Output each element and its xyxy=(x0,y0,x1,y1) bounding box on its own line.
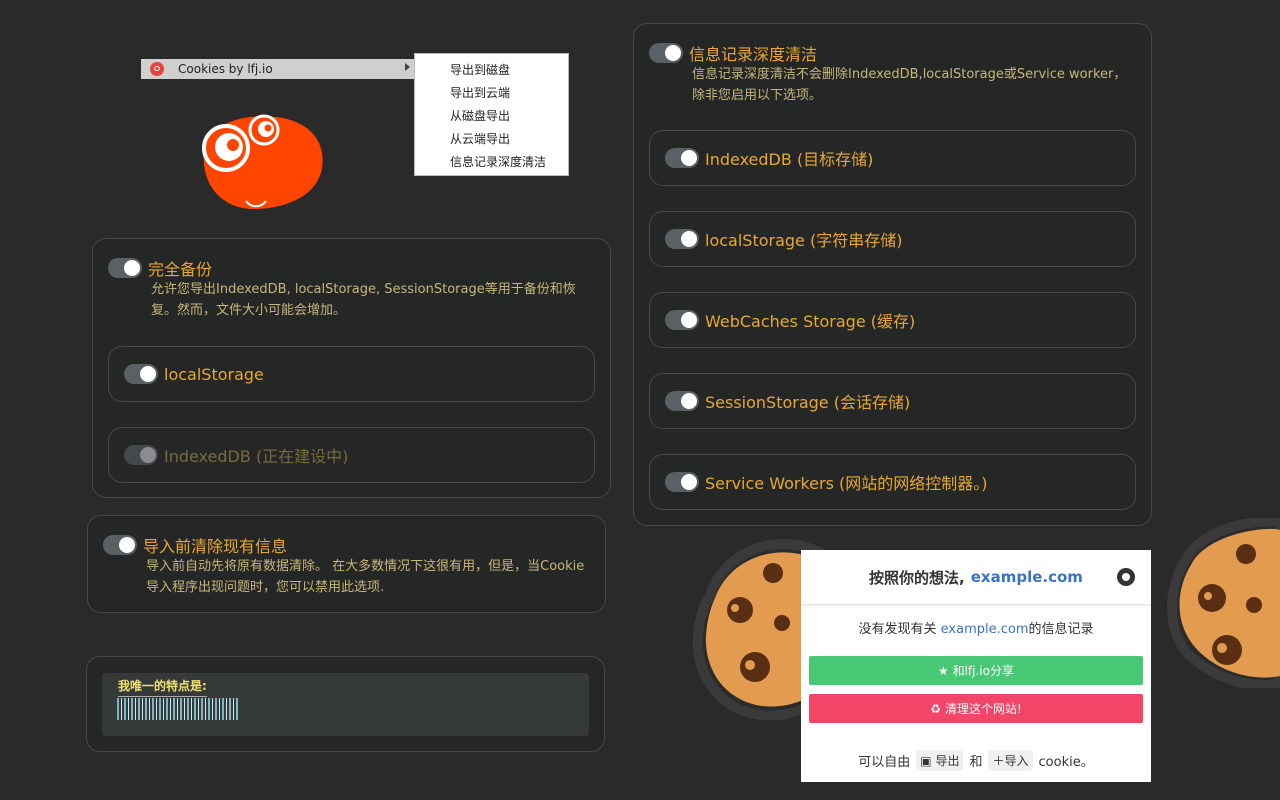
msg-suffix: 的信息记录 xyxy=(1028,622,1094,637)
popup-title: 按照你的想法, xyxy=(869,568,965,587)
clear-before-import-desc: 导入前自动先将原有数据清除。 在大多数情况下这很有用，但是，当Cookie导入程… xyxy=(146,559,585,595)
deep-clean-option-localstorage: localStorage (字符串存储) xyxy=(649,211,1136,267)
full-backup-title: 完全备份 xyxy=(148,260,213,279)
context-menu-parent-label: Cookies by lfj.io xyxy=(178,62,273,76)
share-button[interactable]: ★ 和lfj.io分享 xyxy=(809,656,1143,685)
cookie-decoration-icon xyxy=(1167,518,1280,688)
export-button[interactable]: ▣ 导出 xyxy=(916,750,964,771)
msg-prefix: 没有发现有关 xyxy=(858,622,937,637)
extension-popup: 按照你的想法, example.com 没有发现有关 example.com的信… xyxy=(801,550,1151,782)
menu-item-deep-clean[interactable]: 信息记录深度清洁 xyxy=(415,151,568,174)
blob-mascot-icon xyxy=(202,114,323,210)
context-menu-parent-item[interactable]: Cookies by lfj.io xyxy=(141,59,414,79)
option-label: WebCaches Storage (缓存) xyxy=(705,312,916,331)
gear-icon[interactable] xyxy=(1117,568,1135,586)
foot-and: 和 xyxy=(969,755,983,770)
deep-clean-option-indexeddb: IndexedDB (目标存储) xyxy=(649,130,1136,186)
clear-before-import-title: 导入前清除现有信息 xyxy=(143,537,288,556)
deep-clean-title: 信息记录深度清洁 xyxy=(689,45,818,64)
deep-clean-card: 信息记录深度清洁 信息记录深度清洁不会删除IndexedDB,localStor… xyxy=(633,23,1152,526)
option-label: SessionStorage (会话存储) xyxy=(705,393,911,412)
popup-domain: example.com xyxy=(970,568,1083,586)
option-label: localStorage xyxy=(164,364,264,384)
share-button-label: ★ 和lfj.io分享 xyxy=(938,664,1014,678)
indexeddb-backup-toggle[interactable] xyxy=(124,445,158,465)
foot-prefix: 可以自由 xyxy=(858,755,911,770)
clean-button-label: 清理这个网站! xyxy=(944,702,1022,716)
lfj-logo-icon xyxy=(150,62,164,76)
indexeddb-clean-toggle[interactable] xyxy=(665,148,699,168)
serviceworkers-clean-toggle[interactable] xyxy=(665,472,699,492)
menu-item-import-disk[interactable]: 从磁盘导出 xyxy=(415,105,568,128)
deep-clean-option-webcaches: WebCaches Storage (缓存) xyxy=(649,292,1136,348)
context-submenu: 导出到磁盘 导出到云端 从磁盘导出 从云端导出 信息记录深度清洁 xyxy=(414,53,569,176)
backup-option-localstorage: localStorage xyxy=(108,346,595,402)
menu-item-export-disk[interactable]: 导出到磁盘 xyxy=(415,59,568,82)
sessionstorage-clean-toggle[interactable] xyxy=(665,391,699,411)
feature-label: 我唯一的特点是: xyxy=(118,677,207,697)
deep-clean-toggle[interactable] xyxy=(649,43,683,63)
deep-clean-option-sessionstorage: SessionStorage (会话存储) xyxy=(649,373,1136,429)
option-label: localStorage (字符串存储) xyxy=(705,231,903,250)
webcaches-clean-toggle[interactable] xyxy=(665,310,699,330)
localstorage-clean-toggle[interactable] xyxy=(665,229,699,249)
popup-header: 按照你的想法, example.com xyxy=(801,550,1151,605)
option-label: Service Workers (网站的网络控制器。) xyxy=(705,474,988,493)
clear-before-import-card: 导入前清除现有信息 导入前自动先将原有数据清除。 在大多数情况下这很有用，但是，… xyxy=(87,515,606,613)
clean-site-button[interactable]: ♻ 清理这个网站! xyxy=(809,694,1143,723)
full-backup-card: 完全备份 允许您导出IndexedDB, localStorage, Sessi… xyxy=(92,238,611,498)
save-icon: ▣ xyxy=(920,754,936,768)
full-backup-toggle[interactable] xyxy=(108,258,142,278)
deep-clean-desc: 信息记录深度清洁不会删除IndexedDB,localStorage或Servi… xyxy=(692,67,1127,103)
menu-item-export-cloud[interactable]: 导出到云端 xyxy=(415,82,568,105)
submenu-arrow-icon xyxy=(405,63,410,71)
import-button[interactable]: ＋导入 xyxy=(988,750,1033,771)
plus-icon: ＋ xyxy=(992,754,1005,768)
feature-box: 我唯一的特点是: xyxy=(102,673,589,736)
option-label: IndexedDB (目标存储) xyxy=(705,150,874,169)
foot-suffix: cookie。 xyxy=(1038,755,1094,770)
menu-item-import-cloud[interactable]: 从云端导出 xyxy=(415,128,568,151)
option-label: IndexedDB (正在建设中) xyxy=(164,447,349,466)
backup-option-indexeddb: IndexedDB (正在建设中) xyxy=(108,427,595,483)
full-backup-desc: 允许您导出IndexedDB, localStorage, SessionSto… xyxy=(151,282,576,318)
clear-before-import-toggle[interactable] xyxy=(103,535,137,555)
localstorage-backup-toggle[interactable] xyxy=(124,364,158,384)
captcha-noise-image xyxy=(117,698,238,720)
msg-domain: example.com xyxy=(940,622,1029,637)
popup-message: 没有发现有关 example.com的信息记录 xyxy=(801,618,1151,637)
recycle-icon: ♻ xyxy=(930,701,941,716)
popup-footer: 可以自由 ▣ 导出 和 ＋导入 cookie。 xyxy=(801,750,1151,771)
deep-clean-option-serviceworkers: Service Workers (网站的网络控制器。) xyxy=(649,454,1136,510)
